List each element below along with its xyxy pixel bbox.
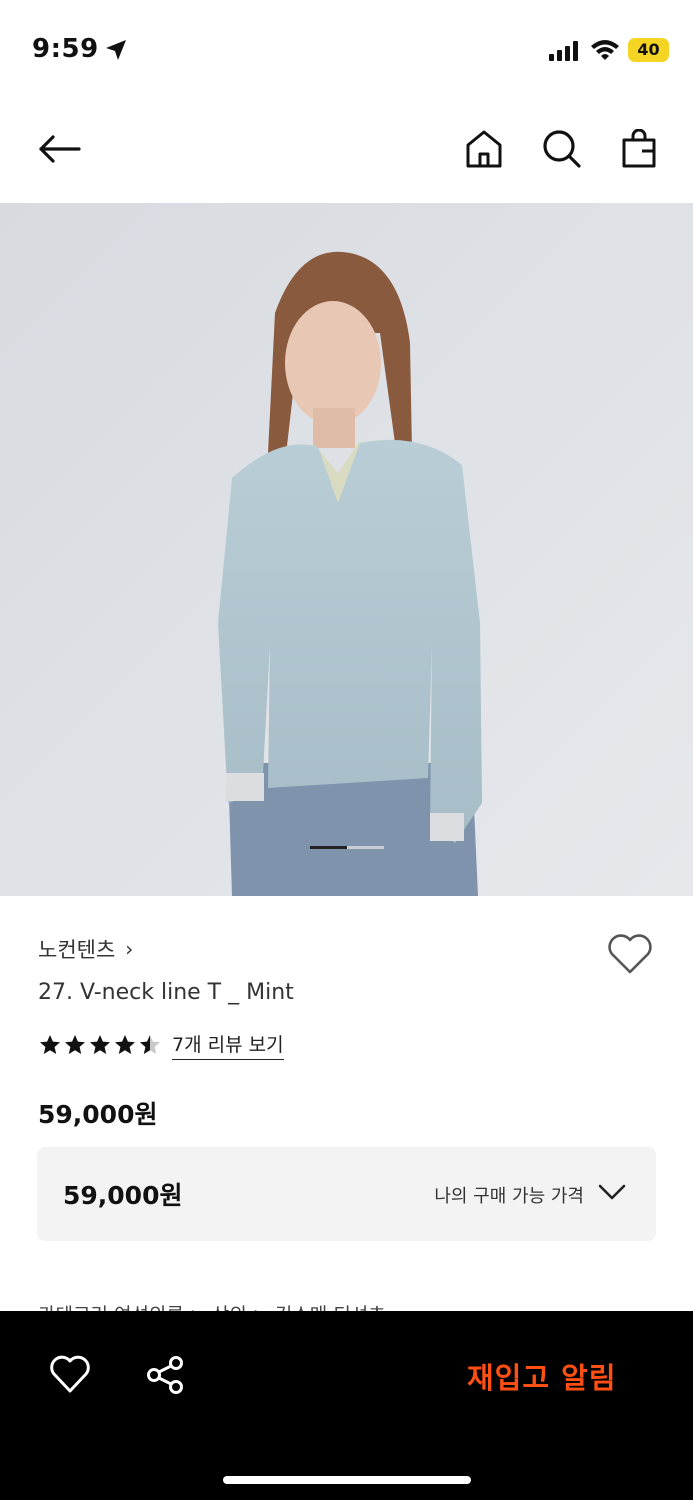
heart-outline-icon [48,1355,92,1401]
image-pager [310,846,384,850]
home-icon [465,129,503,173]
wifi-icon [590,39,620,65]
battery-icon: 40 [628,38,669,62]
search-button[interactable] [537,126,587,176]
status-time: 9:59 [32,34,99,64]
home-indicator[interactable] [223,1476,471,1484]
star-full-icon [90,1035,110,1054]
star-half-icon [140,1035,160,1054]
purchasable-price-value: 59,000원 [63,1181,183,1210]
review-link[interactable]: 7개 리뷰 보기 [172,1030,284,1060]
purchasable-price-label: 나의 구매 가능 가격 [434,1186,584,1207]
search-icon [542,129,582,173]
brand-name: 노컨텐츠 [38,938,116,962]
pager-dot[interactable] [347,846,384,849]
product-price: 59,000원 [38,1100,158,1129]
wishlist-button[interactable] [606,932,654,976]
bottom-action-bar: 재입고 알림 [0,1311,693,1500]
chevron-down-icon [598,1183,626,1205]
signal-icon [549,41,581,65]
star-full-icon [115,1035,135,1054]
pager-dot-active[interactable] [310,846,347,849]
share-button[interactable] [144,1353,188,1397]
cart-button[interactable] [614,126,664,176]
back-arrow-icon [37,134,81,168]
back-button[interactable] [34,126,84,176]
home-button[interactable] [459,126,509,176]
chevron-right-icon: › [125,937,134,961]
nav-bar [0,100,693,203]
share-icon [144,1356,188,1401]
restock-alert-button[interactable]: 재입고 알림 [467,1355,617,1397]
purchasable-price-box[interactable]: 59,000원 나의 구매 가능 가격 [37,1147,656,1241]
brand-link[interactable]: 노컨텐츠 › [38,934,133,964]
star-full-icon [65,1035,85,1054]
shopping-bag-icon [621,128,657,173]
product-image[interactable] [0,203,693,896]
status-bar: 9:59 40 [0,0,693,100]
rating-row: 7개 리뷰 보기 [38,1030,284,1060]
location-arrow-icon [104,38,128,66]
heart-outline-icon [606,934,654,980]
star-full-icon [40,1035,60,1054]
star-rating [38,1033,162,1057]
product-photo [0,203,693,896]
product-name: 27. V-neck line T _ Mint [38,980,294,1005]
bottom-wishlist-button[interactable] [48,1353,92,1397]
